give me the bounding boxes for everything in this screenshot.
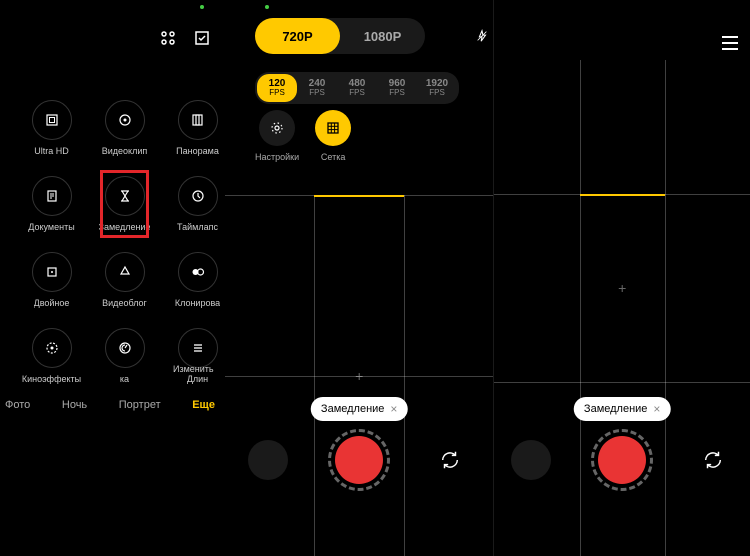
gallery-thumbnail[interactable] [511,440,551,480]
mode-label: Замедление [99,222,151,232]
mode-panorama[interactable]: Панорама [161,100,234,156]
mode-ka[interactable]: ка [88,328,161,384]
apps-icon[interactable] [160,30,176,46]
panorama-icon [190,112,206,128]
slowmo-icon [117,188,133,204]
resolution-720p[interactable]: 720P [255,18,340,54]
camera-view-left: 720P 1080P 120FPS 240FPS 480FPS 960FPS 1… [225,0,493,556]
mode-label: Документы [28,222,74,232]
settings-pills: Настройки Сетка [255,110,351,162]
fps-1920[interactable]: 1920FPS [417,74,457,102]
flip-camera-icon [439,449,461,471]
mode-vlog[interactable]: Видеоблог [88,252,161,308]
grid-overlay: + [225,195,493,556]
mode-grid: Ultra HD Видеоклип Панорама Документы За… [15,100,225,384]
mode-ultra-hd[interactable]: Ultra HD [15,100,88,156]
documents-icon [44,188,60,204]
record-indicator-icon [598,436,646,484]
compose-icon[interactable] [194,30,210,46]
bottom-tabs: Фото Ночь Портрет Еще [0,399,220,411]
burst-icon [190,340,206,356]
focus-crosshair-icon: + [618,280,626,296]
mode-videoclip[interactable]: Видеоклип [88,100,161,156]
cinema-icon [44,340,60,356]
shutter-button[interactable] [591,429,653,491]
mode-slowmo[interactable]: Замедление [88,176,161,232]
mode-label: Панорама [176,146,219,156]
pill-grid[interactable]: Сетка [315,110,351,162]
status-dot-icon [200,5,204,9]
mode-dual[interactable]: Двойное [15,252,88,308]
dual-icon [44,264,60,280]
ultra-hd-icon [44,112,60,128]
mode-label: Длин [187,374,208,384]
flip-camera-icon [702,449,724,471]
grid-icon [325,120,341,136]
fps-240[interactable]: 240FPS [297,74,337,102]
modes-panel: Ultra HD Видеоклип Панорама Документы За… [0,0,225,556]
mode-long[interactable]: Длин [161,328,234,384]
mode-label: Киноэффекты [22,374,81,384]
pill-label: Сетка [321,152,345,162]
mode-documents[interactable]: Документы [15,176,88,232]
tab-portrait[interactable]: Портрет [119,399,161,411]
videoclip-icon [117,112,133,128]
resolution-toggle: 720P 1080P [255,18,425,54]
mode-label: Видеоблог [102,298,147,308]
clone-icon [190,264,206,280]
settings-row: 720P 1080P [225,18,493,54]
record-indicator-icon [335,436,383,484]
fps-selector: 120FPS 240FPS 480FPS 960FPS 1920FPS [255,72,459,104]
active-mode-chip[interactable]: Замедление × [574,397,671,421]
mode-label-edit[interactable]: Изменить [173,364,214,374]
mode-label: Клонирова [175,298,220,308]
capture-controls [494,429,750,491]
focus-crosshair-icon: + [355,368,363,384]
flip-camera-button[interactable] [430,440,470,480]
capture-controls [225,429,493,491]
close-icon[interactable]: × [653,402,660,416]
tab-more[interactable]: Еще [192,399,215,411]
mode-chip-label: Замедление [584,403,648,415]
fps-960[interactable]: 960FPS [377,74,417,102]
flash-icon[interactable] [475,29,489,43]
active-mode-chip[interactable]: Замедление × [311,397,408,421]
close-icon[interactable]: × [390,402,397,416]
shutter-button[interactable] [328,429,390,491]
mode-label: Ultra HD [34,146,69,156]
vlog-icon [117,264,133,280]
timelapse-icon [190,188,206,204]
mode-icon [117,340,133,356]
gallery-thumbnail[interactable] [248,440,288,480]
fps-120[interactable]: 120FPS [257,74,297,102]
mode-cinema[interactable]: Киноэффекты [15,328,88,384]
mode-clone[interactable]: Клонирова [161,252,234,308]
camera-view-right: + Замедление × [493,0,750,556]
mode-label: Двойное [34,298,70,308]
mode-label: ка [120,374,129,384]
mode-label: Видеоклип [102,146,147,156]
flip-camera-button[interactable] [693,440,733,480]
resolution-1080p[interactable]: 1080P [340,18,425,54]
mode-label: Таймлапс [177,222,218,232]
mode-chip-label: Замедление [321,403,385,415]
fps-480[interactable]: 480FPS [337,74,377,102]
pill-label: Настройки [255,152,299,162]
tab-photo[interactable]: Фото [5,399,30,411]
viewfinder-panel: 720P 1080P 120FPS 240FPS 480FPS 960FPS 1… [225,0,750,556]
gear-icon [269,120,285,136]
mode-timelapse[interactable]: Таймлапс [161,176,234,232]
pill-settings[interactable]: Настройки [255,110,299,162]
tab-night[interactable]: Ночь [62,399,87,411]
menu-icon[interactable] [722,36,738,50]
